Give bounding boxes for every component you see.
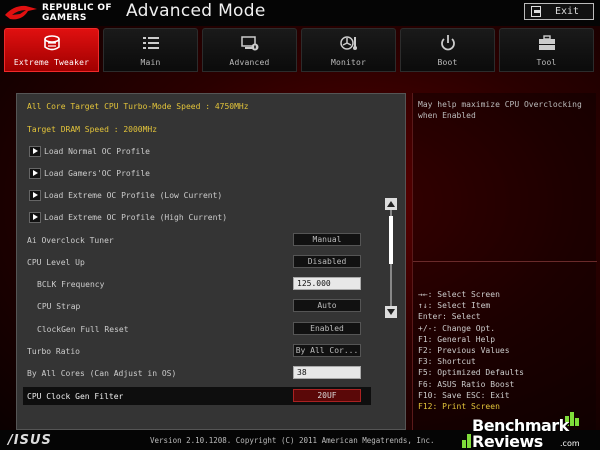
exit-label: Exit (555, 6, 580, 17)
cpu-strap-select[interactable]: Auto (293, 299, 361, 312)
toolbox-icon (537, 33, 557, 53)
cpu-turbo-speed-info: All Core Target CPU Turbo-Mode Speed : 4… (27, 101, 249, 111)
profile-label: Load Normal OC Profile (44, 146, 150, 156)
clockgen-full-reset-label: ClockGen Full Reset (37, 324, 129, 334)
cpu-strap-label: CPU Strap (37, 301, 81, 311)
watermark-bar (570, 412, 574, 426)
tab-bar: Extreme Tweaker Main Advanced Monitor Bo… (4, 28, 598, 72)
watermark-suffix: .com (560, 439, 580, 448)
load-extreme-oc-profile-low[interactable]: Load Extreme OC Profile (Low Current) (29, 186, 222, 204)
scroll-down-arrow-icon[interactable] (385, 306, 397, 318)
rog-logo-line1: REPUBLIC OF (42, 3, 112, 13)
tab-monitor[interactable]: Monitor (301, 28, 396, 72)
cpu-clock-gen-filter-select[interactable]: 20UF (293, 389, 361, 402)
watermark-bar (467, 434, 471, 448)
load-normal-oc-profile[interactable]: Load Normal OC Profile (29, 142, 150, 160)
page-title: Advanced Mode (126, 1, 266, 21)
load-extreme-oc-profile-high[interactable]: Load Extreme OC Profile (High Current) (29, 208, 227, 226)
all-cores-ratio-input[interactable]: 38 (293, 366, 361, 379)
tab-label: Main (140, 58, 161, 67)
turbo-ratio-label: Turbo Ratio (27, 346, 80, 356)
help-divider (413, 261, 597, 262)
tab-label: Advanced (229, 58, 270, 67)
bclk-frequency-label: BCLK Frequency (37, 279, 105, 289)
rog-eye-icon (5, 5, 37, 20)
watermark-bar (462, 440, 466, 448)
tab-label: Tool (536, 58, 557, 67)
settings-panel: All Core Target CPU Turbo-Mode Speed : 4… (16, 93, 406, 430)
rog-logo-line2: GAMERS (42, 13, 87, 23)
exit-icon (531, 6, 541, 17)
cpu-clock-gen-filter-label: CPU Clock Gen Filter (27, 391, 124, 401)
all-cores-ratio-label: By All Cores (Can Adjust in OS) (27, 368, 177, 378)
submenu-arrow-icon (29, 211, 41, 223)
clockgen-full-reset-select[interactable]: Enabled (293, 322, 361, 335)
ai-overclock-tuner-label: Ai Overclock Tuner (27, 235, 114, 245)
load-gamers-oc-profile[interactable]: Load Gamers'OC Profile (29, 164, 150, 182)
profile-label: Load Gamers'OC Profile (44, 168, 150, 178)
key-select-screen: →←: Select Screen (418, 290, 500, 299)
scrollbar[interactable] (385, 198, 397, 318)
scroll-up-arrow-icon[interactable] (385, 198, 397, 210)
submenu-arrow-icon (29, 189, 41, 201)
tab-main[interactable]: Main (103, 28, 198, 72)
key-f6: F6: ASUS Ratio Boost (418, 379, 515, 389)
monitor-fan-icon (339, 33, 359, 53)
key-enter: Enter: Select (418, 312, 481, 322)
key-change-opt: +/-: Change Opt. (418, 323, 496, 333)
ai-overclock-tuner-select[interactable]: Manual (293, 233, 361, 246)
bios-screen: REPUBLIC OF GAMERS Advanced Mode Exit Ex… (0, 0, 600, 450)
rog-logo: REPUBLIC OF GAMERS (4, 2, 114, 24)
bclk-frequency-input[interactable]: 125.000 (293, 277, 361, 290)
key-f1: F1: General Help (418, 334, 496, 344)
exit-button[interactable]: Exit (524, 3, 594, 20)
key-legend: →←: Select Screen ↑↓: Select Item Enter:… (418, 289, 524, 412)
key-f5: F5: Optimized Defaults (418, 368, 524, 378)
watermark-line2: Reviews (472, 432, 543, 450)
help-description: May help maximize CPU Overclocking when … (418, 100, 582, 120)
cpu-level-up-select[interactable]: Disabled (293, 255, 361, 268)
tab-advanced[interactable]: Advanced (202, 28, 297, 72)
header-bar: REPUBLIC OF GAMERS Advanced Mode Exit (0, 0, 600, 26)
help-panel: May help maximize CPU Overclocking when … (412, 93, 597, 430)
asus-logo: /ISUS (8, 433, 52, 448)
benchmark-reviews-watermark: Benchmark Reviews .com (460, 410, 600, 450)
key-f2: F2: Previous Values (418, 346, 510, 356)
cpu-level-up-label: CPU Level Up (27, 257, 85, 267)
tab-label: Extreme Tweaker (13, 58, 90, 67)
scroll-thumb[interactable] (389, 215, 393, 264)
power-icon (438, 33, 458, 53)
key-select-item: ↑↓: Select Item (418, 301, 491, 311)
tab-label: Boot (437, 58, 458, 67)
key-f10-esc: F10: Save ESC: Exit (418, 390, 510, 400)
dram-speed-info: Target DRAM Speed : 2000MHz (27, 124, 158, 134)
tab-tool[interactable]: Tool (499, 28, 594, 72)
tab-label: Monitor (330, 58, 367, 67)
watermark-bar (575, 418, 579, 426)
key-f3: F3: Shortcut (418, 357, 476, 367)
turbo-ratio-select[interactable]: By All Cor... (293, 344, 361, 357)
tab-extreme-tweaker[interactable]: Extreme Tweaker (4, 28, 99, 72)
profile-label: Load Extreme OC Profile (High Current) (44, 212, 228, 222)
tab-boot[interactable]: Boot (400, 28, 495, 72)
profile-label: Load Extreme OC Profile (Low Current) (44, 190, 223, 200)
advanced-settings-icon (240, 33, 260, 53)
submenu-arrow-icon (29, 145, 41, 157)
submenu-arrow-icon (29, 167, 41, 179)
version-text: Version 2.10.1208. Copyright (C) 2011 Am… (150, 436, 435, 445)
list-icon (141, 33, 161, 53)
extreme-tweaker-icon (42, 33, 62, 53)
